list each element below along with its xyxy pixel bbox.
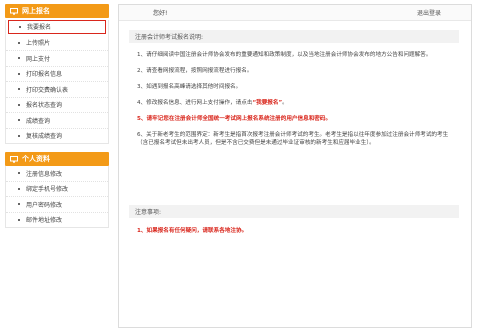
- main-content: 您好! 退出登录 注册会计师考试报名说明: 1、请仔细阅读中国注册会计师协会发布…: [118, 4, 472, 328]
- greeting-text: 您好!: [153, 10, 168, 17]
- bullet-icon: [18, 172, 20, 175]
- bullet-icon: [18, 103, 20, 106]
- bullet-icon: [18, 119, 20, 122]
- monitor-icon: [10, 155, 18, 163]
- sidebar-item-edit-registration-info[interactable]: 注册信息修改: [6, 166, 108, 182]
- sidebar-item-registration-status[interactable]: 报名状态查询: [6, 98, 108, 113]
- instruction-6: 6、关于新老考生的范围界定：新考生是指首次报考注册会计师考试的考生。老考生是指以…: [137, 132, 449, 146]
- top-bar: 您好! 退出登录: [119, 5, 471, 21]
- note-1: 1、如果报名有任何疑问，请联系各地注协。: [137, 228, 248, 234]
- bullet-icon: [18, 218, 20, 221]
- section-title: 网上报名: [22, 7, 50, 15]
- notes-panel: 注意事项: 1、如果报名有任何疑问，请联系各地注协。: [129, 205, 459, 234]
- instruction-2: 2、请查看网报流程，按照网报流程进行报名。: [137, 68, 253, 74]
- instruction-3: 3、如遇到报名高峰请选择其他时间报名。: [137, 84, 242, 90]
- monitor-icon: [10, 7, 18, 15]
- my-registration-link[interactable]: “我要报名”: [252, 100, 282, 106]
- sidebar-item-upload-photo[interactable]: 上传照片: [6, 36, 108, 51]
- bullet-icon: [18, 187, 20, 190]
- instructions-panel: 注册会计师考试报名说明: 1、请仔细阅读中国注册会计师协会发布的重要通知和政策制…: [129, 30, 459, 147]
- bullet-icon: [19, 25, 21, 28]
- bullet-icon: [18, 88, 20, 91]
- sidebar-item-edit-password[interactable]: 用户密码修改: [6, 197, 108, 213]
- notes-title: 注意事项:: [129, 205, 459, 218]
- instructions-title: 注册会计师考试报名说明:: [129, 30, 459, 43]
- bullet-icon: [18, 72, 20, 75]
- sidebar-item-edit-email[interactable]: 邮件地址修改: [6, 213, 108, 228]
- sidebar: 网上报名 我要报名 上传照片 网上支付 打印报名信息 打印交费确认表 报名状态查…: [5, 4, 109, 324]
- bullet-icon: [18, 134, 20, 137]
- instruction-4: 4、修改报名信息、进行网上支付操作，请点击“我要报名”。: [137, 100, 288, 106]
- bullet-icon: [18, 41, 20, 44]
- sidebar-item-online-payment[interactable]: 网上支付: [6, 51, 108, 67]
- sidebar-item-print-payment-confirmation[interactable]: 打印交费确认表: [6, 82, 108, 98]
- sidebar-item-print-registration[interactable]: 打印报名信息: [6, 67, 108, 82]
- sidebar-item-edit-phone[interactable]: 绑定手机号修改: [6, 182, 108, 197]
- instruction-1: 1、请仔细阅读中国注册会计师协会发布的重要通知和政策制度，以及当地注册会计师协会…: [137, 52, 432, 58]
- sidebar-item-my-registration[interactable]: 我要报名: [8, 20, 106, 34]
- sidebar-item-score-query[interactable]: 成绩查询: [6, 113, 108, 129]
- sidebar-item-score-review-query[interactable]: 复核成绩查询: [6, 129, 108, 144]
- bullet-icon: [18, 203, 20, 206]
- section-personal-info-header: 个人资料: [5, 152, 109, 166]
- section-online-registration-header: 网上报名: [5, 4, 109, 18]
- section-title: 个人资料: [22, 155, 50, 163]
- logout-link[interactable]: 退出登录: [417, 8, 441, 17]
- bullet-icon: [18, 57, 20, 60]
- instruction-5: 5、请牢记您在注册会计师全国统一考试网上报名系统注册的用户信息和密码。: [137, 116, 332, 122]
- online-registration-menu: 我要报名 上传照片 网上支付 打印报名信息 打印交费确认表 报名状态查询 成绩查…: [5, 20, 109, 144]
- personal-info-menu: 注册信息修改 绑定手机号修改 用户密码修改 邮件地址修改: [5, 166, 109, 228]
